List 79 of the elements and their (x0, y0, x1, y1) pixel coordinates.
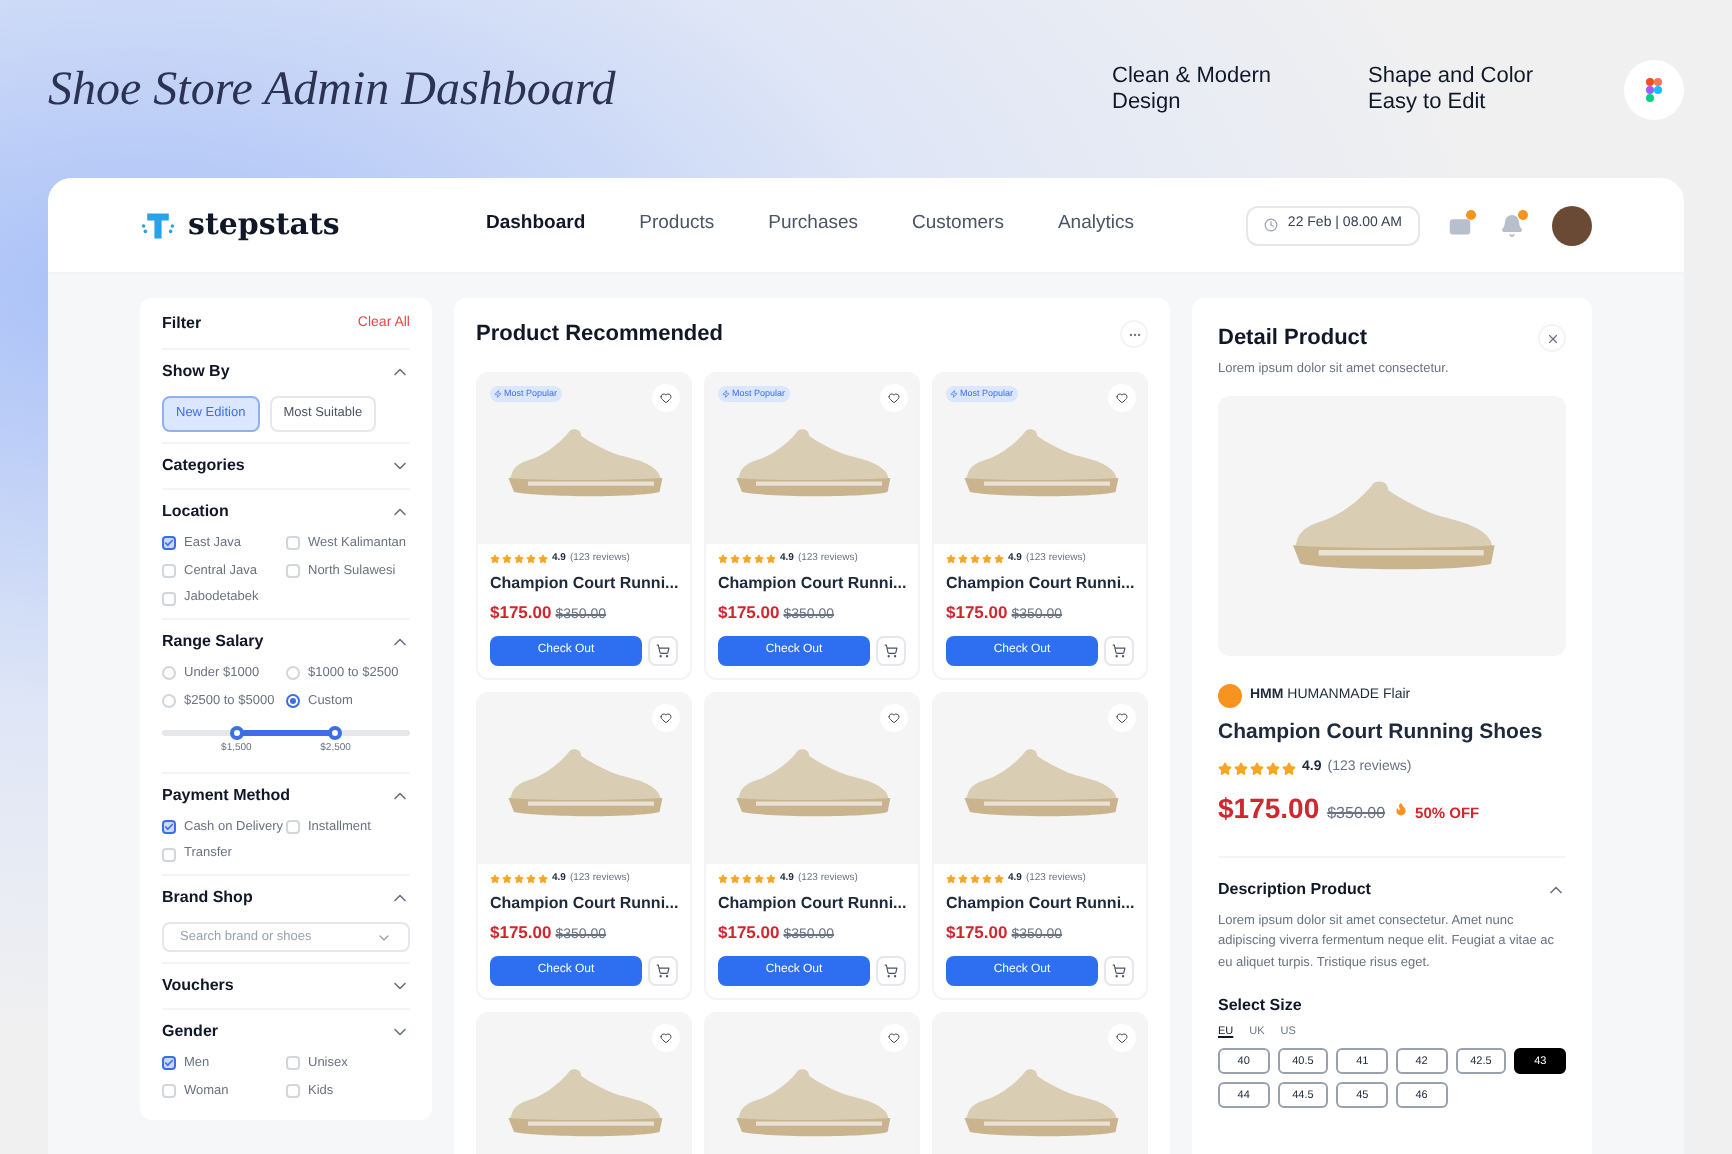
checkbox[interactable] (162, 536, 176, 551)
product-name: Champion Court Runni... (946, 892, 1134, 916)
clock-icon (1263, 218, 1278, 232)
cart-button[interactable] (876, 955, 906, 985)
close-icon (1545, 331, 1559, 346)
cart-button[interactable] (1104, 635, 1134, 665)
favorite-button[interactable] (1108, 703, 1136, 731)
logo-icon (140, 207, 176, 243)
nav-tab[interactable]: Customers (912, 210, 1004, 240)
product-price: $175.00 (946, 600, 1008, 626)
product-price: $175.00 (718, 600, 780, 626)
bolt-icon (722, 389, 730, 398)
filter-title: Filter (162, 312, 202, 336)
product-name: Champion Court Runni... (718, 892, 906, 916)
check-icon (164, 821, 174, 832)
favorite-button[interactable] (880, 383, 908, 411)
nav-tab[interactable]: Purchases (768, 210, 859, 240)
favorite-button[interactable] (1108, 1023, 1136, 1051)
cart-button[interactable] (648, 635, 678, 665)
section-title: Categories (162, 453, 245, 478)
slider-thumb[interactable] (229, 725, 244, 739)
product-name: Champion Court Running Shoes (1218, 718, 1545, 749)
bolt-icon (494, 389, 502, 398)
favorite-button[interactable] (652, 383, 680, 411)
radio-button[interactable] (286, 694, 300, 709)
flame-icon (1393, 801, 1408, 815)
cart-button[interactable] (1104, 955, 1134, 985)
product-price: $175.00 (490, 600, 552, 626)
product-name: Champion Court Runni... (490, 892, 678, 916)
product-name: Champion Court Runni... (946, 572, 1134, 596)
favorite-button[interactable] (880, 703, 908, 731)
section-title: Payment Method (162, 783, 291, 807)
product-price: $175.00 (1218, 789, 1320, 827)
panel-title: Detail Product (1218, 324, 1368, 354)
cart-icon (656, 643, 670, 657)
product-name: Champion Court Runni... (718, 572, 906, 596)
page-title: Shoe Store Admin Dashboard (48, 61, 618, 119)
avatar[interactable] (1552, 205, 1592, 245)
section-title: Select Size (1218, 994, 1304, 1018)
nav-tab[interactable]: Analytics (1057, 210, 1134, 240)
bell-icon[interactable] (1500, 213, 1524, 237)
slider-thumb[interactable] (328, 725, 343, 739)
feature-text: Clean & Modern Design (1112, 63, 1273, 115)
section-title: Brand Shop (162, 886, 253, 910)
nav-tab[interactable]: Products (639, 210, 715, 240)
product-price: $175.00 (718, 920, 780, 946)
cart-icon (1112, 963, 1126, 977)
section-title: Location (162, 499, 229, 524)
favorite-button[interactable] (652, 703, 680, 731)
check-icon (164, 1058, 174, 1069)
section-title: Gender (162, 1020, 219, 1044)
nav-tab[interactable]: Dashboard (486, 210, 586, 240)
checkbox[interactable] (162, 819, 176, 834)
old-price: $350.00 (1327, 801, 1386, 825)
range-slider[interactable] (162, 729, 410, 735)
cart-icon (656, 963, 670, 977)
bolt-icon (950, 389, 958, 398)
checkbox[interactable] (162, 1056, 176, 1071)
cart-button[interactable] (648, 955, 678, 985)
feature-text: Shape and Color Easy to Edit (1368, 63, 1536, 115)
check-icon (164, 538, 174, 549)
section-title: Show By (162, 360, 230, 384)
cart-icon (884, 963, 898, 977)
product-name: Champion Court Runni... (490, 572, 678, 596)
panel-title: Product Recommended (476, 320, 723, 350)
favorite-button[interactable] (652, 1023, 680, 1051)
section-title: Vouchers (162, 974, 234, 998)
product-price: $175.00 (490, 920, 552, 946)
brand-logo (1218, 684, 1242, 709)
favorite-button[interactable] (880, 1023, 908, 1051)
section-title: Range Salary (162, 630, 264, 654)
cart-icon (1112, 643, 1126, 657)
product-price: $175.00 (946, 920, 1008, 946)
cart-icon (884, 643, 898, 657)
cart-button[interactable] (876, 635, 906, 665)
figma-logo-icon (1624, 59, 1684, 119)
favorite-button[interactable] (1108, 383, 1136, 411)
logo-text: stepstats (188, 204, 340, 247)
section-title: Description Product (1218, 877, 1371, 901)
